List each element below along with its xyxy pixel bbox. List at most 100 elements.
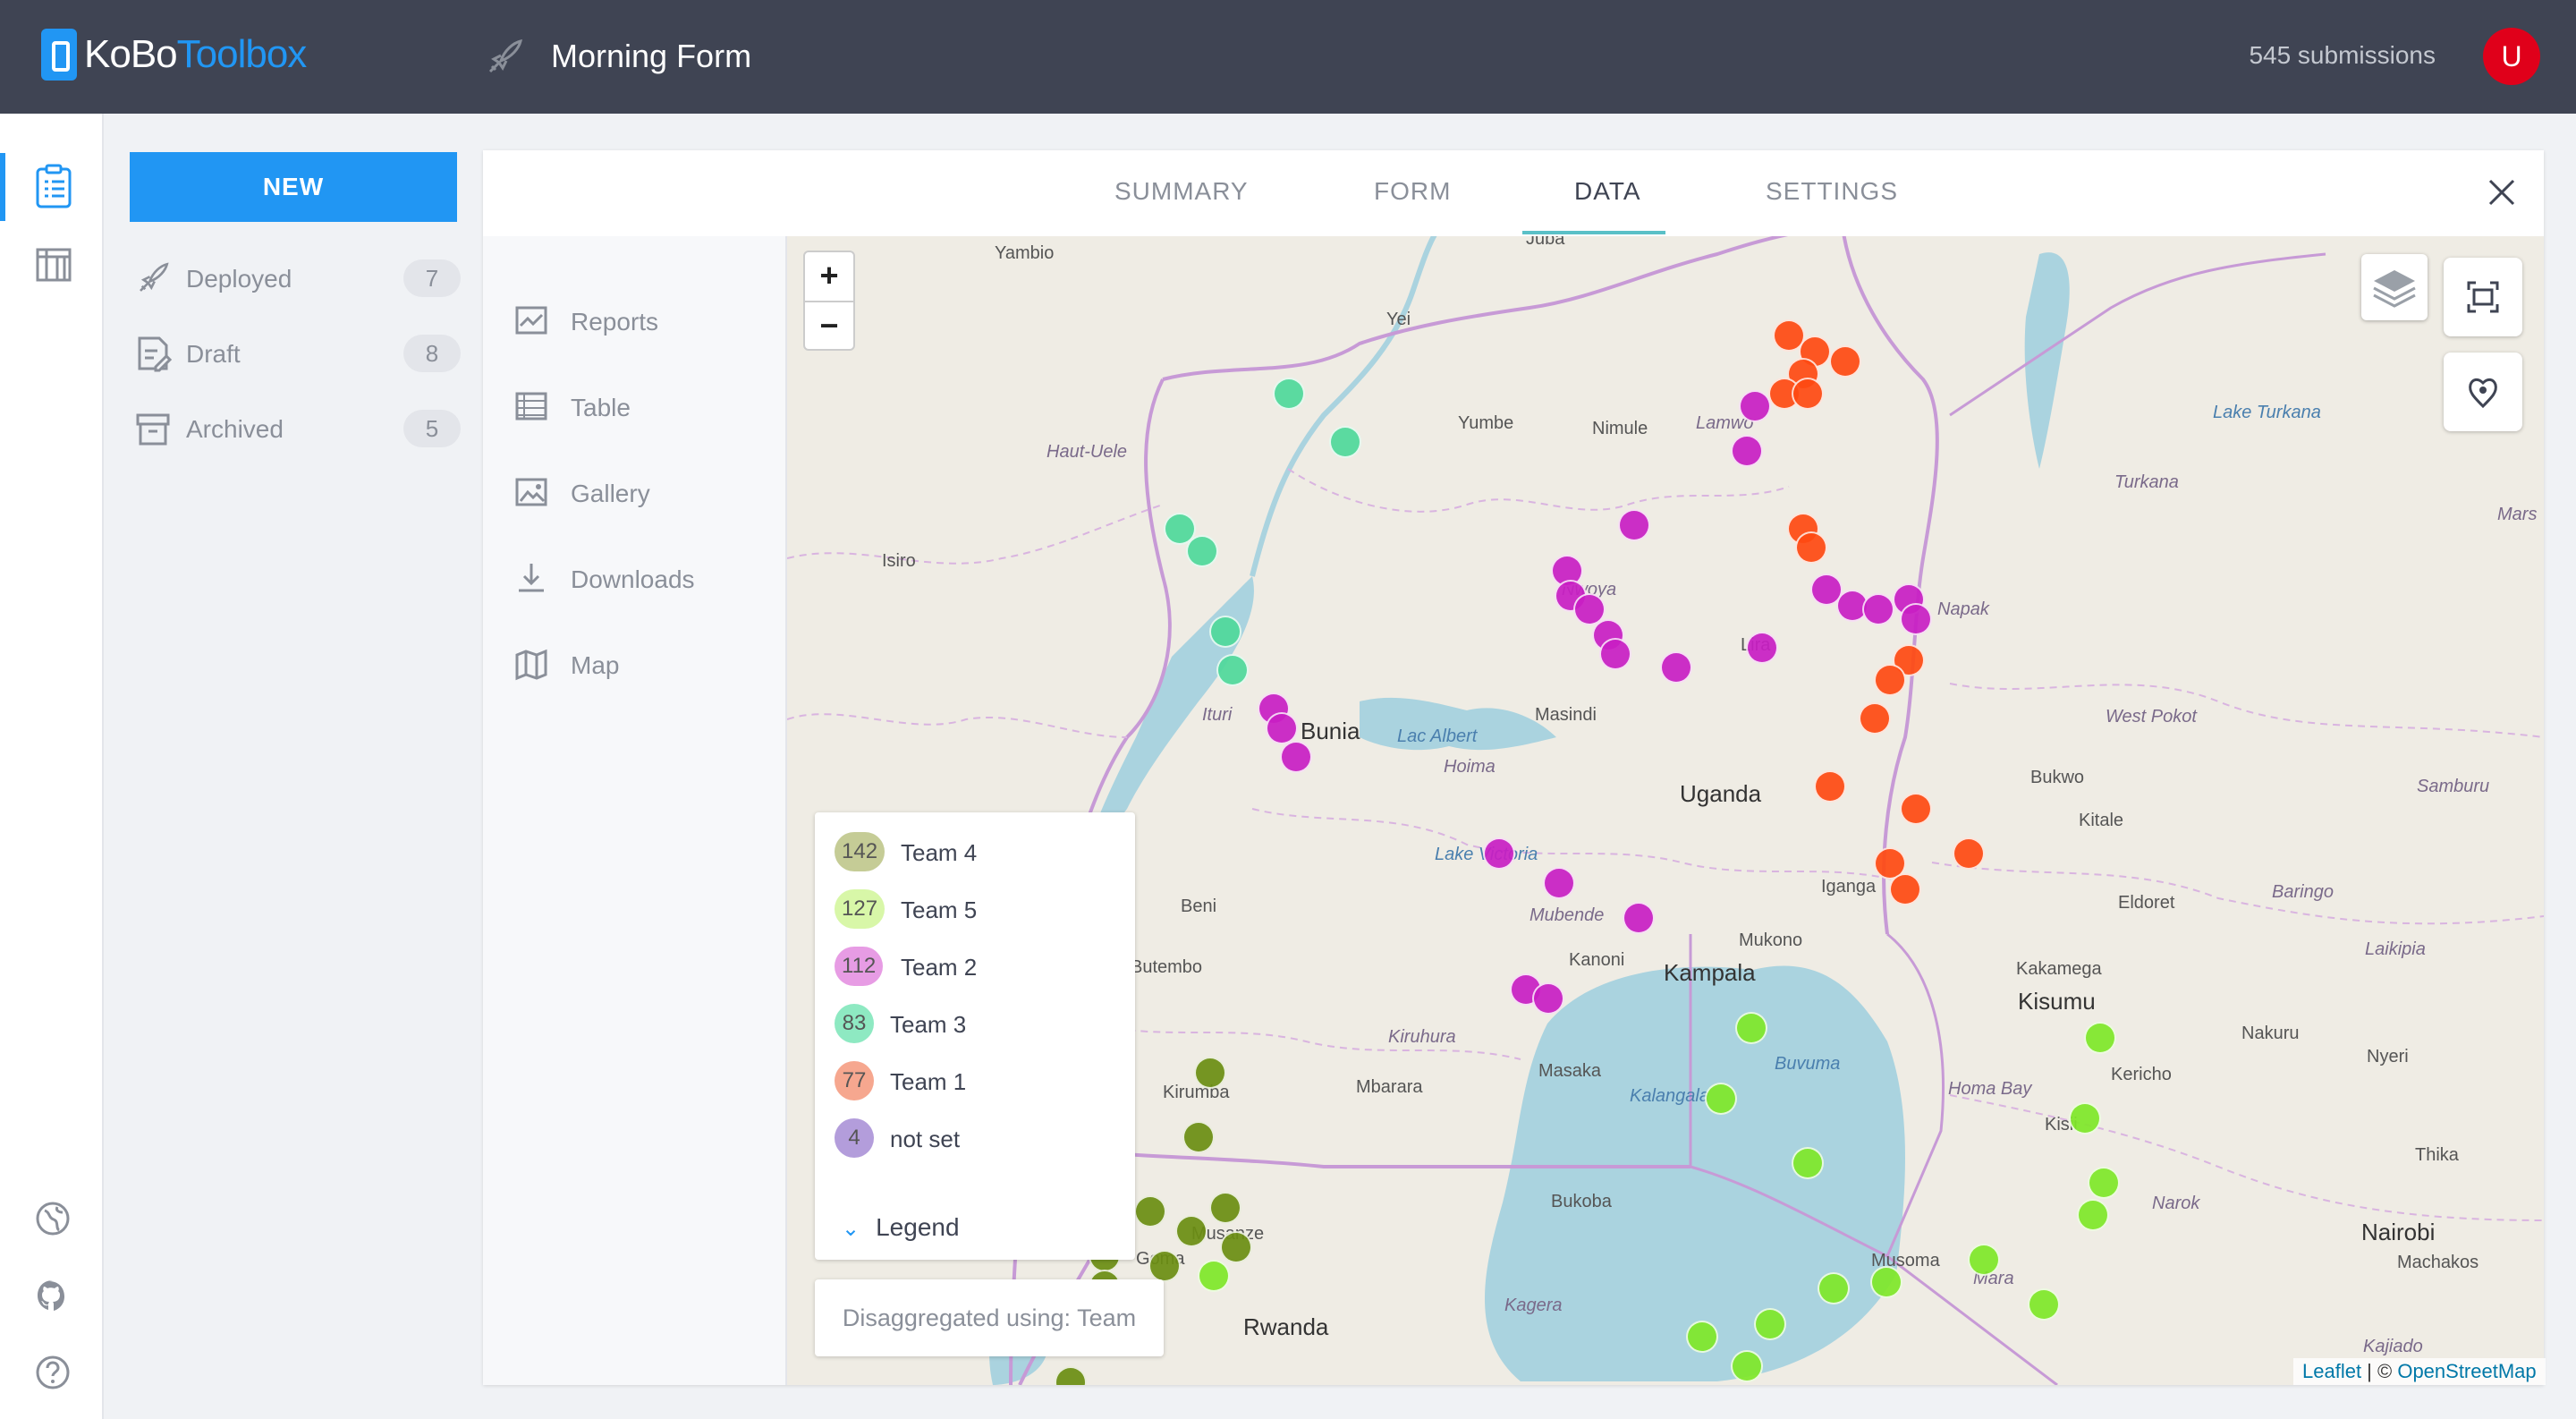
language-icon[interactable] [34,1200,72,1237]
legend-count: 127 [835,889,886,929]
submission-point-team1[interactable] [1888,873,1921,905]
submission-point-team2[interactable] [1659,650,1692,684]
submission-point-team5[interactable] [1753,1308,1786,1340]
submission-point-team5[interactable] [2088,1166,2121,1199]
layers-button[interactable] [2361,254,2428,320]
top-bar: KoBoToolbox Morning Form 545 submissions… [0,0,2576,114]
legend-label: Team 1 [890,1068,967,1095]
zoom-in-button[interactable]: + [805,252,853,302]
submission-point-team4[interactable] [1208,1192,1241,1225]
submission-point-team5[interactable] [1791,1147,1824,1179]
map-label: Kagera [1504,1296,1563,1315]
map-label: Nimule [1592,419,1648,438]
submission-point-team1[interactable] [1828,344,1861,378]
submission-point-team2[interactable] [1900,602,1933,635]
tab-data[interactable]: DATA [1574,177,1641,206]
count-badge: 8 [403,335,461,372]
map-label: Napak [1937,599,1989,619]
submission-point-team5[interactable] [1869,1266,1902,1299]
submission-point-team4[interactable] [1220,1230,1253,1263]
sidebar-item-deployed[interactable]: Deployed 7 [134,256,461,301]
close-icon[interactable] [2481,172,2522,213]
submission-point-team2[interactable] [1738,390,1771,422]
user-avatar[interactable]: U [2483,28,2540,85]
tab-settings[interactable]: SETTINGS [1766,177,1898,206]
map-label: Uganda [1680,780,1762,807]
submission-point-team5[interactable] [2084,1021,2117,1054]
library-icon[interactable] [34,244,73,284]
new-form-button[interactable]: NEW [130,152,457,222]
map-label: Homa Bay [1948,1079,2032,1099]
github-icon[interactable] [34,1277,72,1314]
map-label: Bunia [1301,718,1360,744]
submission-point-team5[interactable] [1705,1083,1737,1115]
submission-point-team1[interactable] [1794,531,1827,565]
submission-point-team5[interactable] [1968,1244,2000,1276]
map-label: Kampala [1664,959,1756,986]
app-logo[interactable]: KoBoToolbox [84,32,307,77]
legend-count: 83 [835,1004,874,1043]
map-label: Lake Turkana [2213,403,2321,422]
map-legend: 142 Team 4 127 Team 5 112 Team 2 83 Team… [815,812,1135,1260]
sidebar-item-draft[interactable]: Draft 8 [134,331,461,376]
submission-point-team4[interactable] [1133,1195,1166,1228]
map-label: Butembo [1131,957,1203,977]
legend-label: Team 5 [901,896,978,923]
tab-summary[interactable]: SUMMARY [1114,177,1249,206]
forms-icon[interactable] [34,164,73,210]
submission-point-team3[interactable] [1216,654,1249,687]
submission-point-team3[interactable] [1273,377,1305,410]
kobo-logo-icon[interactable] [41,29,77,81]
submission-point-team1[interactable] [1791,377,1824,410]
map-label: Kericho [2111,1065,2172,1084]
submission-point-team1[interactable] [1874,664,1906,696]
submission-point-team3[interactable] [1208,616,1241,648]
legend-toggle[interactable]: ⌄ Legend [842,1213,960,1242]
map-label: Yumbe [1458,413,1514,433]
legend-count: 77 [835,1061,874,1100]
zoom-control: + − [803,251,855,351]
map-label: Turkana [2114,472,2179,492]
submission-point-team5[interactable] [1198,1260,1230,1292]
submission-point-team2[interactable] [1622,902,1655,935]
gallery-icon [515,478,547,506]
submission-point-team2[interactable] [1746,632,1779,664]
submission-point-team5[interactable] [1734,1011,1767,1044]
reports-icon [515,306,547,335]
legend-count: 4 [835,1118,874,1158]
map-label: Kitale [2079,811,2124,830]
map-label: West Pokot [2106,707,2197,726]
map-label: Machakos [2397,1253,2479,1272]
map-label: Kisumu [2018,988,2096,1015]
submission-point-team5[interactable] [2069,1101,2102,1134]
heatmap-icon [2469,378,2497,409]
tab-form[interactable]: FORM [1374,177,1451,206]
rocket-icon [140,262,169,292]
submission-point-team2[interactable] [1543,866,1576,899]
submission-point-team5[interactable] [2076,1198,2109,1231]
submission-point-team4[interactable] [1174,1214,1208,1247]
map-label: Yambio [995,243,1055,263]
zoom-out-button[interactable]: − [805,302,853,351]
submission-point-team3[interactable] [1329,425,1361,458]
subnav-label: Table [571,394,631,421]
attribution-separator: | © [2361,1360,2398,1382]
map-label: Mubende [1530,905,1605,925]
submission-point-team2[interactable] [1862,592,1895,625]
fullscreen-button[interactable] [2444,258,2522,336]
sidebar-item-archived[interactable]: Archived 5 [134,406,461,451]
map-label: Eldoret [2118,893,2175,913]
submission-point-team2[interactable] [1265,712,1298,744]
heatmap-toggle-button[interactable] [2444,353,2522,431]
disaggregation-selector[interactable]: Disaggregated using: Team [815,1279,1164,1356]
count-badge: 7 [403,259,461,297]
submission-point-team5[interactable] [1731,1349,1764,1382]
osm-link[interactable]: OpenStreetMap [2397,1360,2536,1382]
submission-point-team4[interactable] [1193,1057,1226,1090]
map-label: Kakamega [2016,959,2102,979]
submission-point-team1[interactable] [1813,769,1846,803]
submission-point-team2[interactable] [1531,982,1564,1015]
leaflet-link[interactable]: Leaflet [2302,1360,2361,1382]
count-badge: 5 [403,410,461,447]
help-icon[interactable] [34,1354,72,1391]
